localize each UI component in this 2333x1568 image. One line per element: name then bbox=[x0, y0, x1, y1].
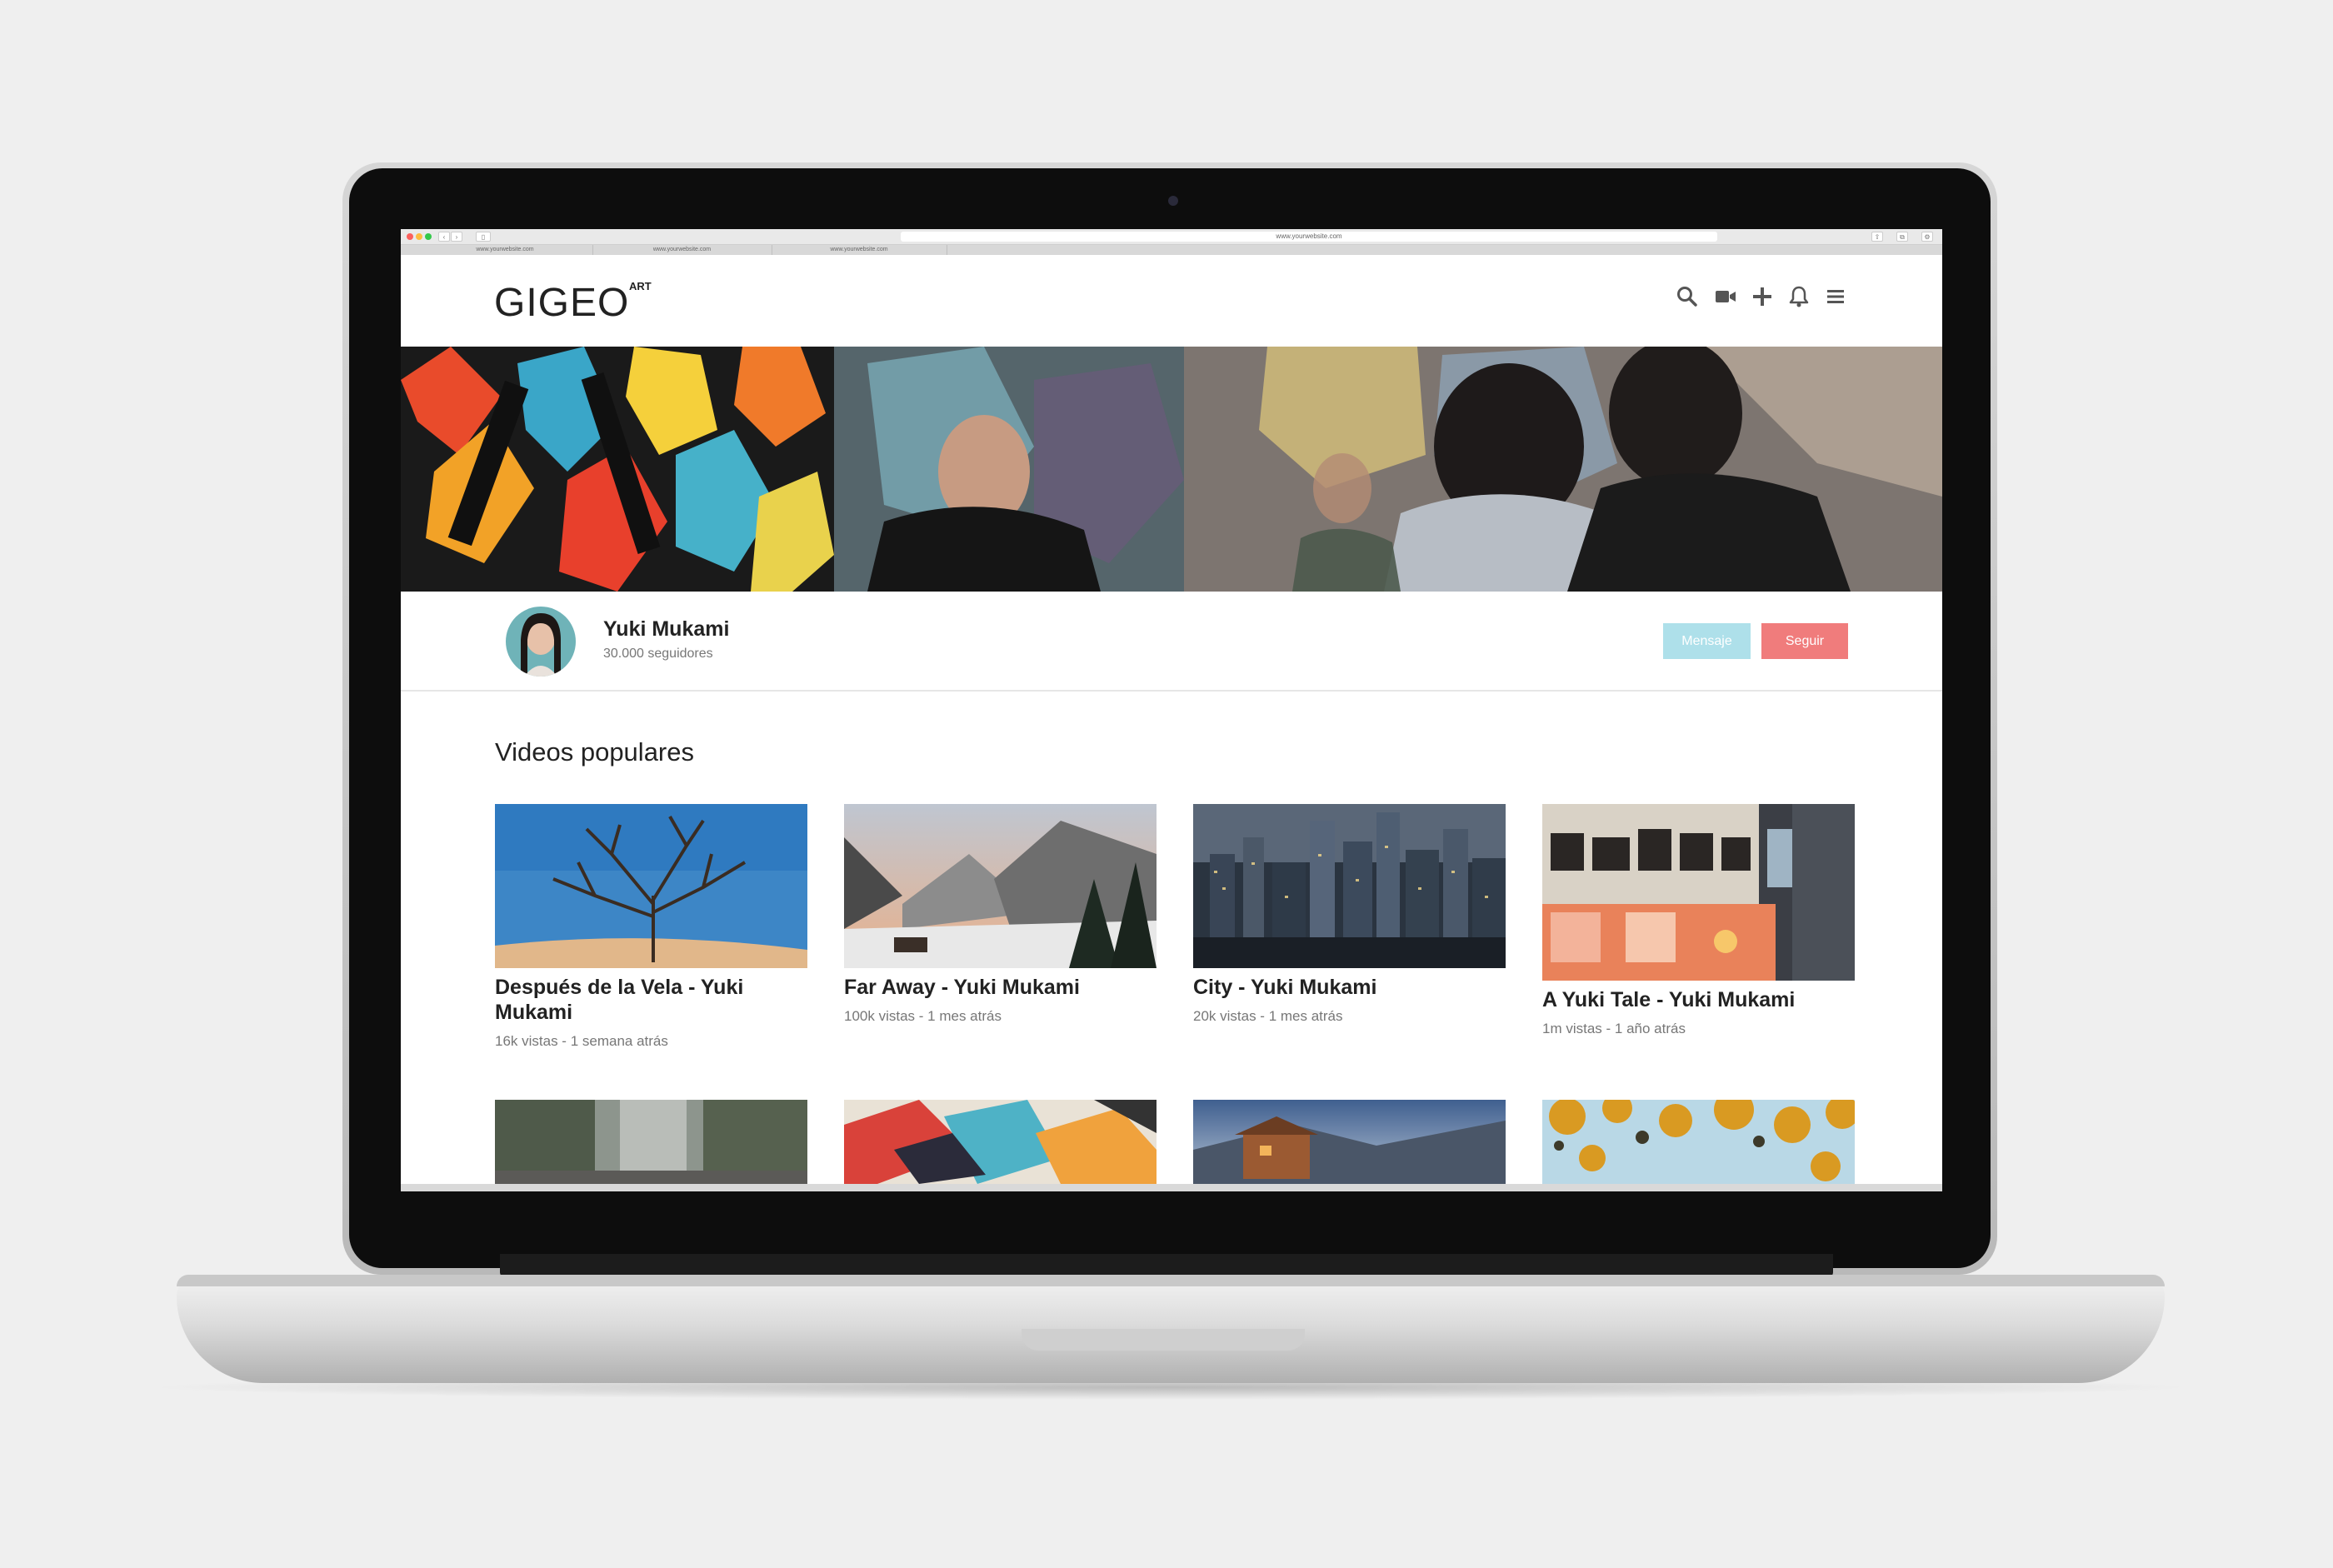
message-button[interactable]: Mensaje bbox=[1663, 623, 1751, 659]
back-button[interactable]: ‹ bbox=[438, 232, 450, 242]
profile-divider bbox=[401, 690, 1942, 692]
browser-tab-strip: www.yourwebsite.com www.yourwebsite.com … bbox=[401, 245, 1942, 255]
laptop-opening-notch bbox=[1022, 1329, 1305, 1351]
horizontal-scrollbar[interactable] bbox=[401, 1184, 1942, 1191]
plus-icon[interactable] bbox=[1751, 285, 1774, 308]
video-meta: 100k vistas - 1 mes atrás bbox=[844, 1008, 1002, 1024]
video-thumbnail[interactable] bbox=[1542, 804, 1855, 981]
search-icon[interactable] bbox=[1676, 285, 1699, 308]
follow-button[interactable]: Seguir bbox=[1761, 623, 1848, 659]
browser-tab[interactable]: www.yourwebsite.com bbox=[417, 245, 593, 255]
screen: ‹ › ▯ www.yourwebsite.com ⇧ ⧉ ⚙ www.your… bbox=[401, 229, 1942, 1191]
section-title: Videos populares bbox=[495, 737, 694, 767]
video-thumbnail[interactable] bbox=[1542, 1100, 1855, 1184]
video-title[interactable]: A Yuki Tale - Yuki Mukami bbox=[1542, 987, 1855, 1012]
video-meta: 1m vistas - 1 año atrás bbox=[1542, 1021, 1686, 1036]
video-thumbnail[interactable] bbox=[844, 1100, 1157, 1184]
browser-tab[interactable]: www.yourwebsite.com bbox=[592, 245, 772, 255]
follower-count: 30.000 seguidores bbox=[603, 647, 713, 661]
profile-cover-image bbox=[401, 347, 1942, 592]
video-thumbnail[interactable] bbox=[844, 804, 1157, 968]
bell-icon[interactable] bbox=[1787, 285, 1811, 308]
video-thumbnail[interactable] bbox=[1193, 804, 1506, 968]
site-header: GIGEO ART bbox=[401, 255, 1942, 338]
profile-name: Yuki Mukami bbox=[603, 617, 730, 641]
video-thumbnail[interactable] bbox=[1193, 1100, 1506, 1184]
laptop-base-edge bbox=[177, 1275, 2165, 1286]
menu-icon[interactable] bbox=[1824, 285, 1847, 308]
video-thumbnail[interactable] bbox=[495, 804, 807, 968]
video-meta: 16k vistas - 1 semana atrás bbox=[495, 1033, 668, 1049]
sidebar-toggle-icon[interactable]: ▯ bbox=[476, 232, 491, 242]
browser-tab[interactable]: www.yourwebsite.com bbox=[772, 245, 947, 255]
site-logo-suffix: ART bbox=[629, 280, 652, 292]
avatar[interactable] bbox=[506, 607, 576, 677]
forward-button[interactable]: › bbox=[451, 232, 462, 242]
share-icon[interactable]: ⇧ bbox=[1871, 232, 1883, 242]
video-thumbnail[interactable] bbox=[495, 1100, 807, 1184]
video-meta: 20k vistas - 1 mes atrás bbox=[1193, 1008, 1343, 1024]
browser-toolbar: ‹ › ▯ www.yourwebsite.com ⇧ ⧉ ⚙ bbox=[401, 229, 1942, 245]
video-title[interactable]: Después de la Vela - Yuki Mukami bbox=[495, 975, 807, 1025]
minimize-window-button[interactable] bbox=[416, 233, 422, 240]
close-window-button[interactable] bbox=[407, 233, 413, 240]
maximize-window-button[interactable] bbox=[425, 233, 432, 240]
video-camera-icon[interactable] bbox=[1714, 285, 1737, 308]
video-title[interactable]: Far Away - Yuki Mukami bbox=[844, 975, 1157, 1000]
site-logo[interactable]: GIGEO bbox=[494, 280, 629, 326]
laptop-hinge bbox=[500, 1254, 1833, 1277]
settings-icon[interactable]: ⚙ bbox=[1921, 232, 1933, 242]
webcam bbox=[1168, 196, 1178, 206]
address-bar[interactable]: www.yourwebsite.com bbox=[901, 232, 1717, 242]
video-title[interactable]: City - Yuki Mukami bbox=[1193, 975, 1506, 1000]
tabs-overview-icon[interactable]: ⧉ bbox=[1896, 232, 1908, 242]
